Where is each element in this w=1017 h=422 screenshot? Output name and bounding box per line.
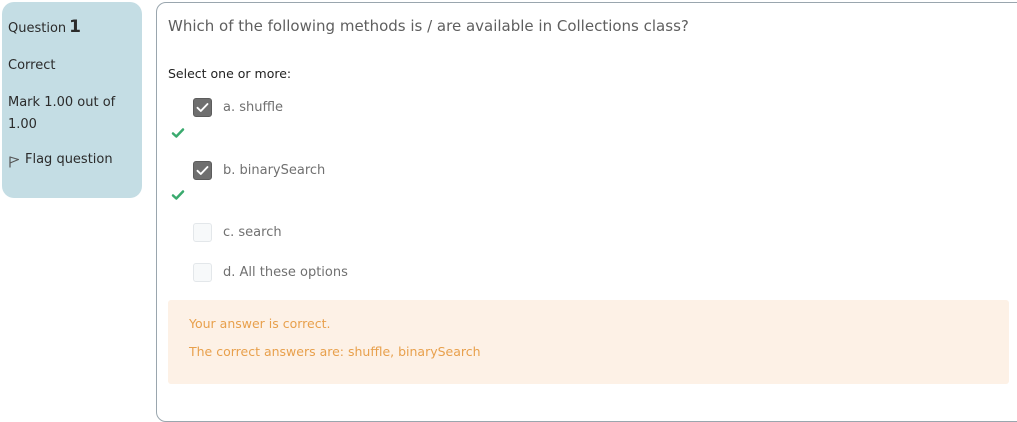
- answer-option-label: b. binarySearch: [223, 163, 326, 178]
- checkbox-d[interactable]: [193, 263, 212, 282]
- question-content: Which of the following methods is / are …: [156, 2, 1017, 422]
- general-feedback: Your answer is correct.: [189, 316, 331, 331]
- flag-question-button[interactable]: Flag question: [8, 151, 134, 169]
- checkbox-c[interactable]: [193, 223, 212, 242]
- answer-option-d[interactable]: d. All these options: [193, 263, 348, 282]
- question-state: Correct: [8, 58, 56, 73]
- check-icon: [196, 166, 209, 175]
- answer-prompt: Select one or more:: [168, 66, 292, 81]
- answer-option-c[interactable]: c. search: [193, 223, 282, 242]
- correct-tick-icon: [171, 190, 185, 200]
- answer-option-label: d. All these options: [223, 265, 348, 280]
- question-info-panel: Question 1 Correct Mark 1.00 out of 1.00 …: [2, 2, 142, 198]
- correct-tick-icon: [171, 128, 185, 138]
- question-text: Which of the following methods is / are …: [168, 17, 689, 35]
- feedback-panel: Your answer is correct. The correct answ…: [168, 300, 1009, 384]
- right-answer-text: The correct answers are: shuffle, binary…: [189, 344, 481, 359]
- checkbox-a[interactable]: [193, 98, 212, 117]
- answer-option-a[interactable]: a. shuffle: [193, 98, 283, 117]
- question-number: 1: [69, 17, 81, 37]
- question-number-heading: Question 1: [8, 16, 134, 40]
- answer-option-b[interactable]: b. binarySearch: [193, 161, 325, 180]
- checkbox-b[interactable]: [193, 161, 212, 180]
- check-icon: [196, 103, 209, 112]
- flag-question-label: Flag question: [25, 152, 113, 167]
- answer-option-label: c. search: [223, 225, 282, 240]
- answer-option-label: a. shuffle: [223, 100, 284, 115]
- question-label: Question: [8, 21, 67, 36]
- flag-icon: [9, 156, 20, 168]
- question-grade: Mark 1.00 out of 1.00: [8, 95, 116, 132]
